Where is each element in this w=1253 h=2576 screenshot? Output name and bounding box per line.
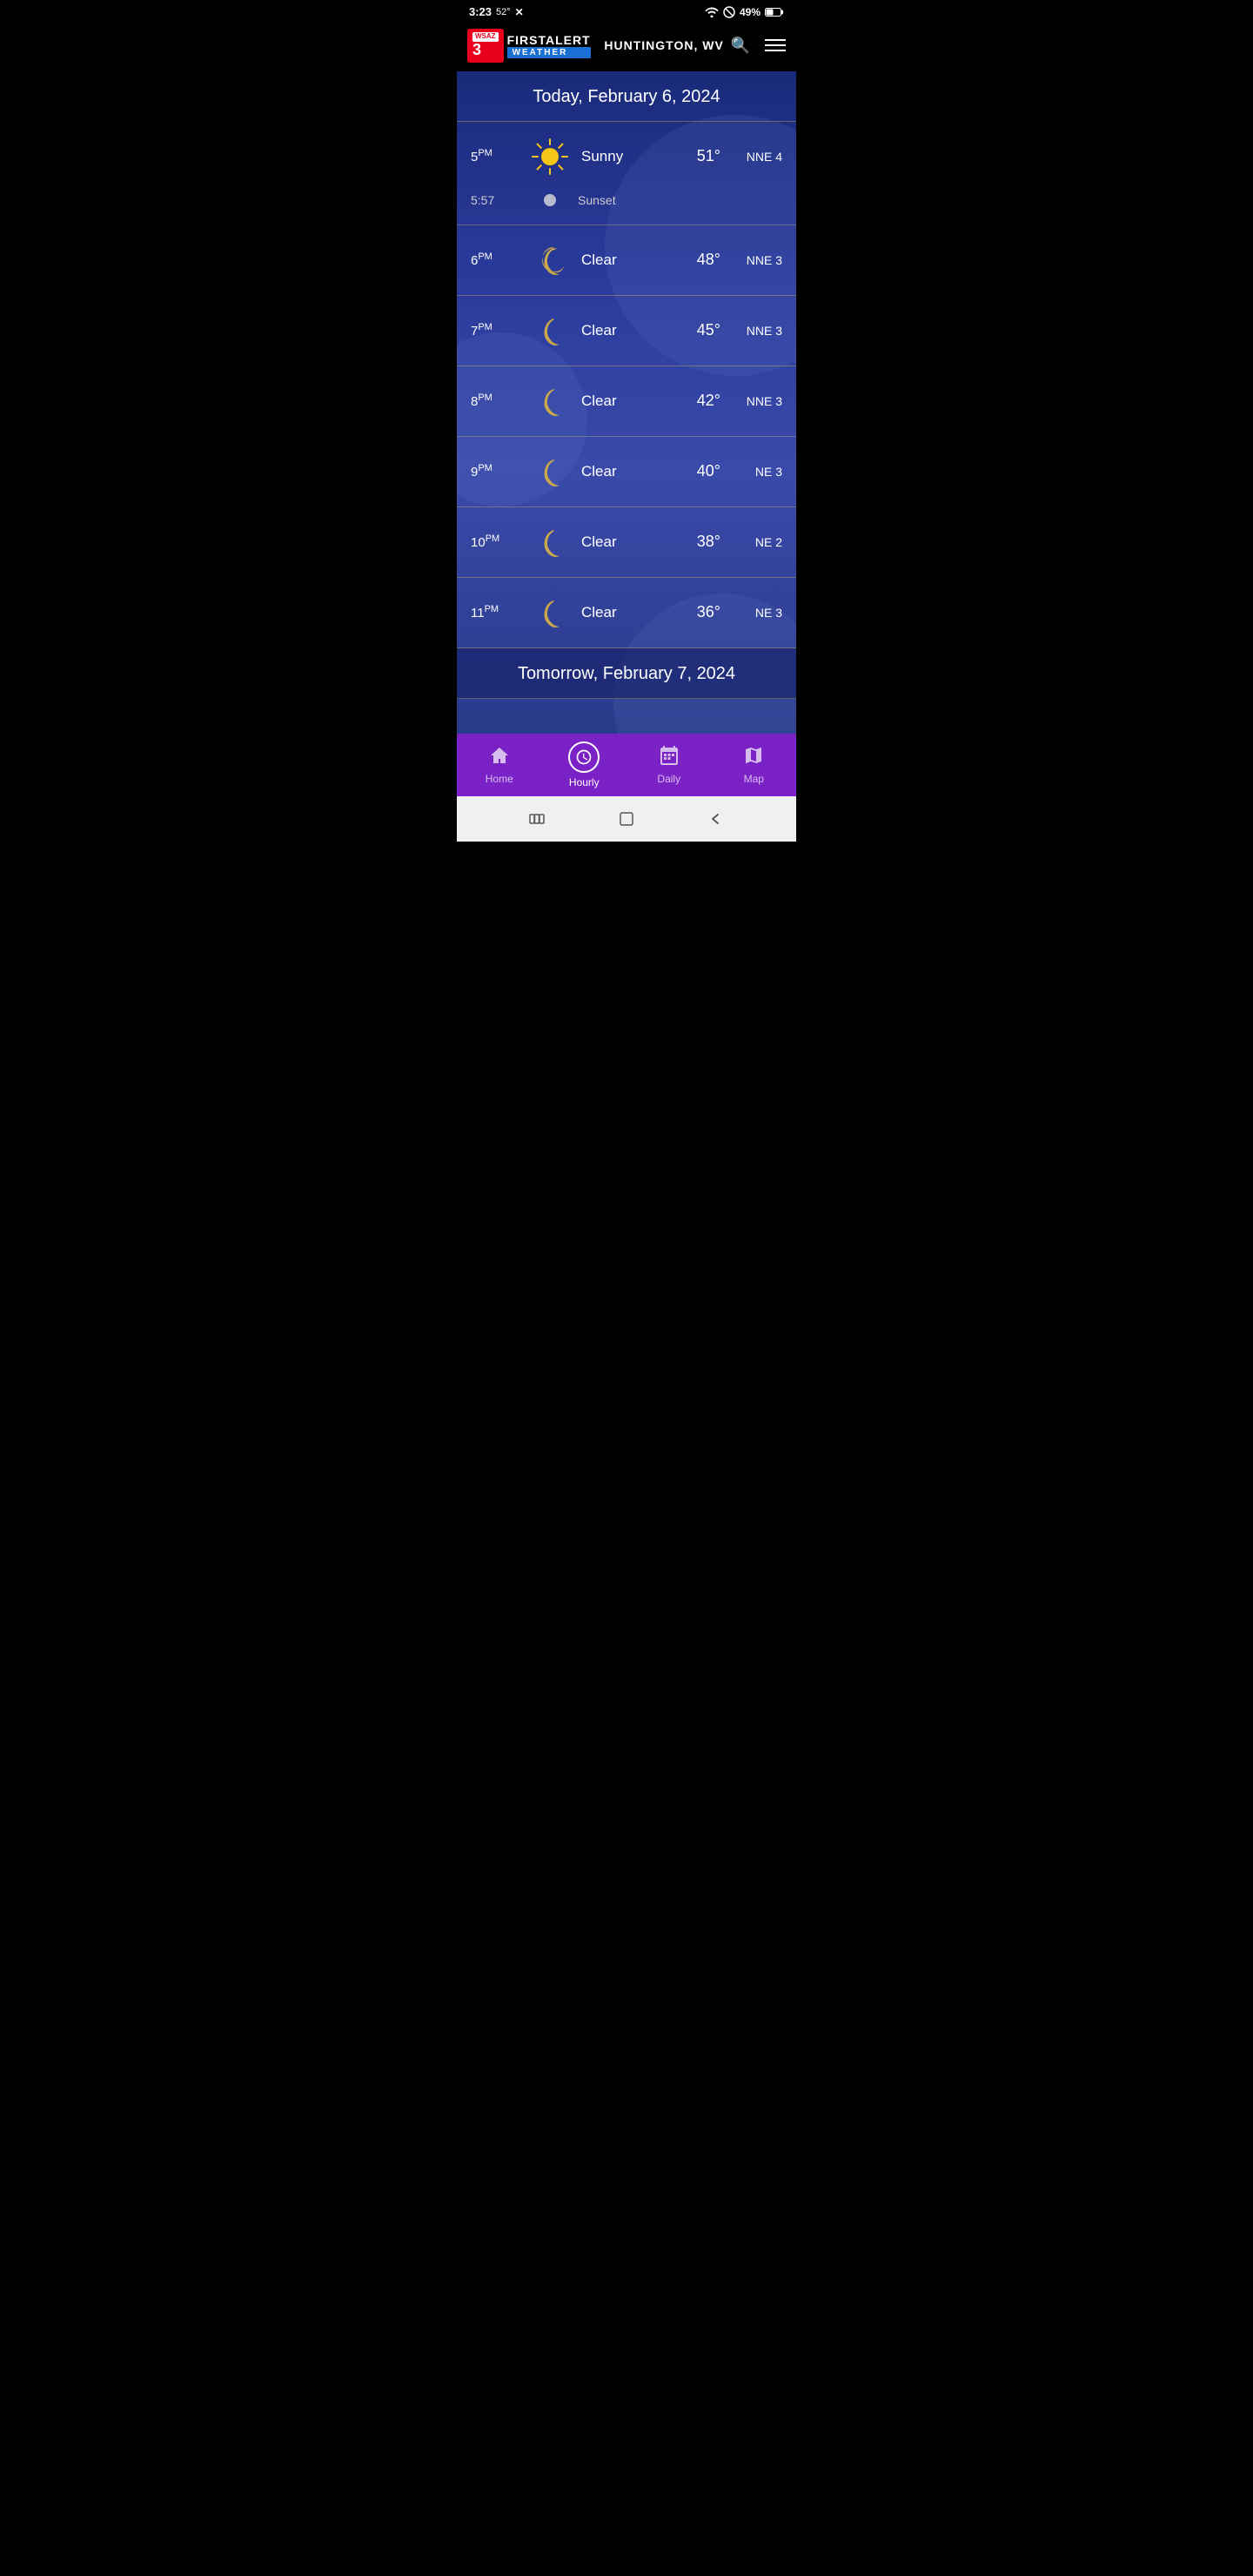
wind-9pm: NE 3: [734, 465, 782, 479]
temp-5pm: 51°: [697, 147, 720, 165]
temp-8pm: 42°: [697, 392, 720, 410]
daily-icon: [659, 745, 680, 769]
sunset-time: 5:57: [471, 193, 519, 207]
weather-label: WEATHER: [507, 47, 591, 58]
sun-svg: [530, 137, 570, 177]
android-nav-recent[interactable]: [528, 810, 546, 828]
sunset-row: 5:57 Sunset: [457, 183, 796, 225]
wifi-icon: [705, 7, 719, 17]
logo: WSAZ 3 FIRSTALERT WEATHER: [467, 29, 591, 63]
android-nav-home[interactable]: [618, 810, 635, 828]
nav-item-daily[interactable]: Daily: [626, 734, 712, 796]
wind-5pm: NNE 4: [734, 150, 782, 164]
logo-text: FIRSTALERT WEATHER: [507, 33, 591, 58]
condition-8pm: Clear: [581, 392, 697, 410]
condition-9pm: Clear: [581, 463, 697, 480]
android-nav-bar: [457, 796, 796, 842]
time-9pm: 9PM: [471, 463, 519, 480]
nav-daily-label: Daily: [657, 773, 680, 785]
wind-10pm: NE 2: [734, 535, 782, 549]
bottom-nav: Home Hourly Daily: [457, 734, 796, 796]
condition-5pm: Sunny: [581, 148, 697, 165]
status-temp: 52°: [496, 7, 511, 17]
status-time: 3:23: [469, 5, 492, 18]
home-icon: [489, 745, 510, 769]
app-header: WSAZ 3 FIRSTALERT WEATHER HUNTINGTON, WV…: [457, 22, 796, 71]
condition-6pm: Clear: [581, 252, 697, 269]
weather-row-8pm: 8PM Clear 42° NNE 3: [457, 366, 796, 437]
logo-box: WSAZ 3: [467, 29, 504, 63]
status-right: 49%: [705, 6, 784, 18]
bottom-spacer: [457, 699, 796, 734]
search-icon[interactable]: 🔍: [731, 37, 751, 55]
blocked-icon: [723, 6, 735, 18]
temp-11pm: 36°: [697, 603, 720, 621]
location-display: HUNTINGTON, WV 🔍: [604, 37, 751, 55]
nav-item-map[interactable]: Map: [712, 734, 797, 796]
hamburger-line-2: [765, 44, 786, 46]
status-left: 3:23 52° ✕: [469, 5, 524, 18]
time-8pm: 8PM: [471, 392, 519, 409]
condition-7pm: Clear: [581, 322, 697, 339]
time-6pm: 6PM: [471, 252, 519, 268]
time-11pm: 11PM: [471, 604, 519, 621]
moon-icon-9pm: [527, 449, 573, 494]
today-date-header: Today, February 6, 2024: [457, 71, 796, 122]
battery-icon: [765, 7, 784, 17]
weather-row-6pm: 6PM Clear 48° NNE 3: [457, 225, 796, 296]
tomorrow-date-label: Tomorrow, February 7, 2024: [518, 664, 735, 683]
moon-icon-10pm: [527, 520, 573, 565]
android-nav-back[interactable]: [707, 810, 725, 828]
moon-icon-6pm: [527, 238, 573, 283]
condition-10pm: Clear: [581, 533, 697, 551]
weather-row-10pm: 10PM Clear 38° NE 2: [457, 507, 796, 578]
nav-item-hourly[interactable]: Hourly: [542, 734, 627, 796]
nav-map-label: Map: [744, 773, 764, 785]
nav-item-home[interactable]: Home: [457, 734, 542, 796]
channel-number: 3: [472, 42, 499, 59]
nav-hourly-label: Hourly: [569, 776, 600, 788]
temp-6pm: 48°: [697, 251, 720, 269]
weather-section-5pm: 5PM: [457, 122, 796, 225]
temp-7pm: 45°: [697, 321, 720, 339]
tomorrow-date-header: Tomorrow, February 7, 2024: [457, 648, 796, 699]
weather-row-7pm: 7PM Clear 45° NNE 3: [457, 296, 796, 366]
moon-icon-7pm: [527, 308, 573, 353]
wind-6pm: NNE 3: [734, 253, 782, 267]
wind-7pm: NNE 3: [734, 324, 782, 338]
condition-11pm: Clear: [581, 604, 697, 621]
hourly-icon-circle: [568, 741, 600, 773]
time-10pm: 10PM: [471, 533, 519, 550]
hamburger-line-1: [765, 39, 786, 41]
weather-row-5pm: 5PM: [457, 122, 796, 183]
map-icon: [743, 745, 764, 769]
status-x-icon: ✕: [515, 6, 524, 18]
nav-home-label: Home: [486, 773, 513, 785]
today-date-label: Today, February 6, 2024: [533, 87, 720, 106]
battery-percent: 49%: [740, 6, 761, 18]
sunset-label: Sunset: [578, 193, 616, 207]
time-5pm: 5PM: [471, 148, 519, 164]
weather-row-11pm: 11PM Clear 36° NE 3: [457, 578, 796, 648]
temp-10pm: 38°: [697, 533, 720, 551]
location-text: HUNTINGTON, WV: [604, 38, 723, 52]
period-5pm: PM: [478, 148, 492, 158]
wind-8pm: NNE 3: [734, 394, 782, 408]
moon-icon-11pm: [527, 590, 573, 635]
main-content: Today, February 6, 2024 5PM: [457, 71, 796, 734]
hamburger-line-3: [765, 50, 786, 51]
sun-icon-5pm: [527, 134, 573, 179]
hamburger-menu[interactable]: [765, 39, 786, 51]
sunset-icon: [538, 188, 562, 212]
time-7pm: 7PM: [471, 322, 519, 339]
first-alert-label: FIRSTALERT: [507, 33, 591, 47]
status-bar: 3:23 52° ✕ 49%: [457, 0, 796, 22]
moon-icon-8pm: [527, 379, 573, 424]
hourly-icon: [568, 741, 600, 773]
weather-row-9pm: 9PM Clear 40° NE 3: [457, 437, 796, 507]
wind-11pm: NE 3: [734, 606, 782, 620]
temp-9pm: 40°: [697, 462, 720, 480]
